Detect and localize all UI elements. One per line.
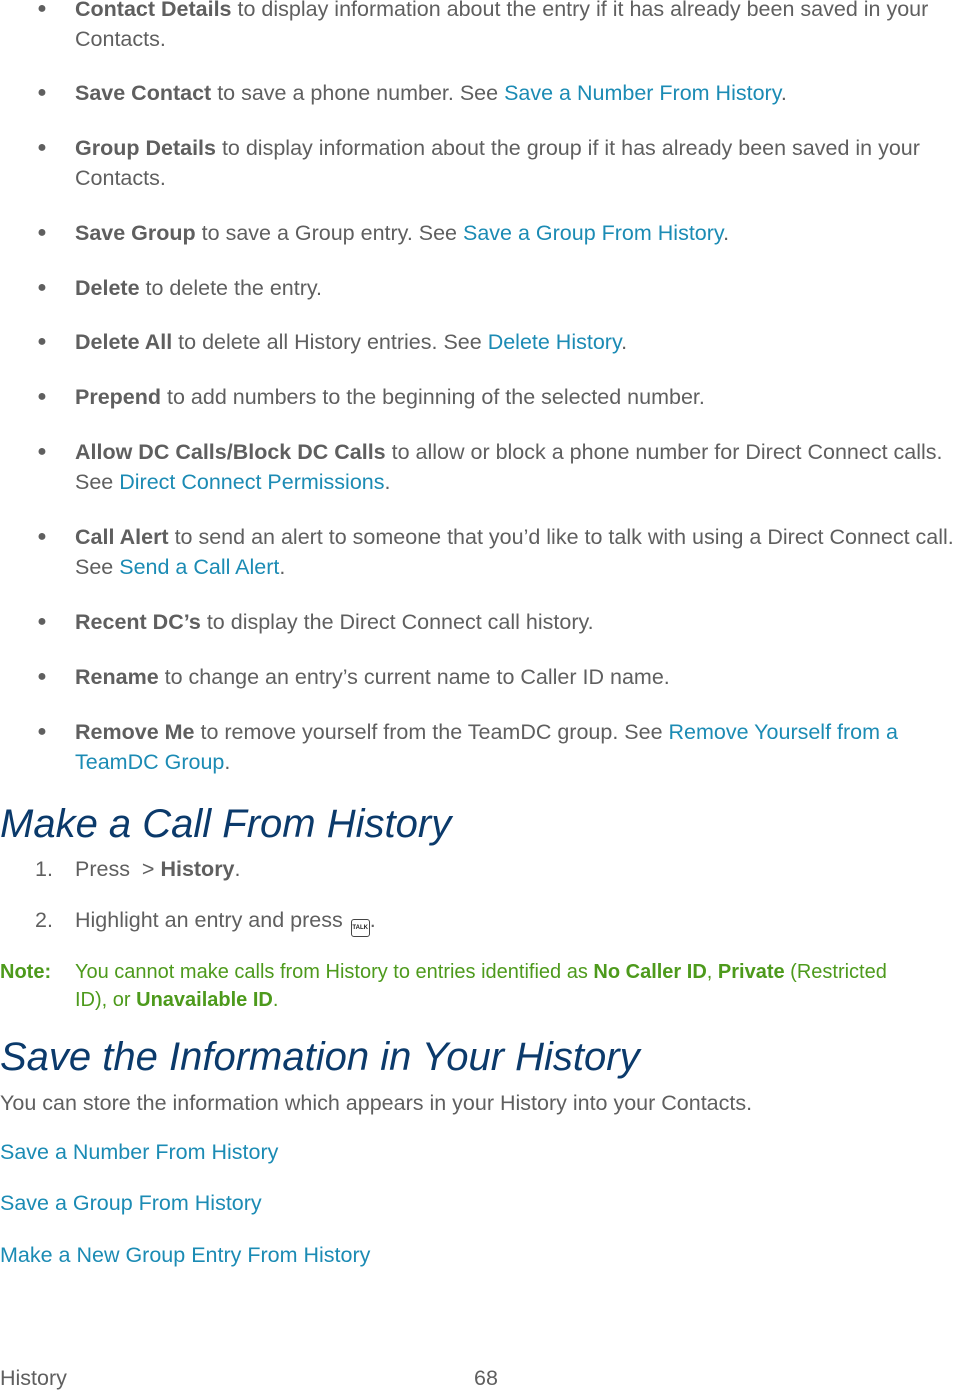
note-bold: Unavailable ID	[136, 989, 273, 1011]
option-name: Allow DC Calls/Block DC Calls	[75, 440, 386, 464]
bullet-icon: ●	[37, 0, 47, 17]
section-heading-save-info: Save the Information in Your History	[0, 1035, 640, 1079]
note-segment: ,	[706, 961, 718, 983]
link-delete-history[interactable]: Delete History	[488, 330, 621, 354]
option-name: Contact Details	[75, 0, 232, 21]
bullet-icon: ●	[37, 84, 47, 101]
option-desc: to change an entry’s current name to Cal…	[158, 665, 670, 689]
step-bold: History	[160, 857, 235, 881]
link-save-group[interactable]: Save a Group From History	[463, 221, 723, 245]
option-desc: to save a Group entry. See	[195, 221, 463, 245]
option-desc: to save a phone number. See	[211, 81, 505, 105]
link-send-call-alert[interactable]: Send a Call Alert	[119, 555, 279, 579]
punctuation: .	[234, 857, 241, 881]
section-heading-make-call: Make a Call From History	[0, 802, 452, 846]
note-bold: No Caller ID	[593, 961, 707, 983]
option-name: Delete All	[75, 330, 173, 354]
punctuation: .	[279, 555, 286, 579]
bullet-icon: ●	[37, 333, 47, 350]
link-save-number[interactable]: Save a Number From History	[504, 81, 781, 105]
footer-section-name: History	[0, 1366, 67, 1390]
note-segment: You cannot make calls from History to en…	[75, 961, 594, 983]
bullet-icon: ●	[37, 668, 47, 685]
step-text: Press >	[75, 857, 161, 881]
bullet-icon: ●	[37, 279, 47, 296]
punctuation: .	[621, 330, 628, 354]
step-number: 2.	[35, 908, 53, 932]
link-dc-permissions[interactable]: Direct Connect Permissions	[119, 470, 384, 494]
note-segment: .	[272, 989, 279, 1011]
note-bold: Private	[717, 961, 785, 983]
option-name: Save Contact	[75, 81, 212, 105]
bullet-icon: ●	[37, 723, 47, 740]
option-name: Delete	[75, 276, 140, 300]
bullet-icon: ●	[37, 139, 47, 156]
bullet-icon: ●	[37, 388, 47, 405]
option-desc: to remove yourself from the TeamDC group…	[194, 720, 669, 744]
talk-key-icon: TALK	[350, 919, 370, 937]
option-desc: to delete the entry.	[139, 276, 323, 300]
punctuation: .	[384, 470, 391, 494]
option-name: Call Alert	[75, 525, 169, 549]
bullet-icon: ●	[37, 528, 47, 545]
option-desc: to delete all History entries. See	[172, 330, 488, 354]
option-name: Remove Me	[75, 720, 195, 744]
bullet-icon: ●	[37, 613, 47, 630]
punctuation: .	[723, 221, 730, 245]
option-name: Group Details	[75, 136, 216, 160]
bullet-icon: ●	[37, 443, 47, 460]
punctuation: .	[369, 908, 376, 932]
step-number: 1.	[35, 857, 53, 881]
link-new-group-entry[interactable]: Make a New Group Entry From History	[0, 1240, 370, 1270]
link-save-number-history[interactable]: Save a Number From History	[0, 1137, 278, 1167]
option-name: Recent DC’s	[75, 610, 201, 634]
punctuation: .	[224, 750, 231, 774]
bullet-icon: ●	[37, 224, 47, 241]
punctuation: .	[780, 81, 787, 105]
option-desc: to add numbers to the beginning of the s…	[161, 385, 705, 409]
option-desc: to display the Direct Connect call histo…	[200, 610, 594, 634]
link-save-group-history[interactable]: Save a Group From History	[0, 1188, 262, 1218]
footer-page-number: 68	[474, 1366, 498, 1390]
intro-text: You can store the information which appe…	[0, 1091, 753, 1115]
note-label: Note:	[0, 961, 52, 983]
option-name: Prepend	[75, 385, 162, 409]
option-name: Rename	[75, 665, 159, 689]
option-name: Save Group	[75, 221, 196, 245]
step-text: Highlight an entry and press	[75, 908, 349, 932]
note-text: You cannot make calls from History to en…	[75, 958, 904, 1014]
